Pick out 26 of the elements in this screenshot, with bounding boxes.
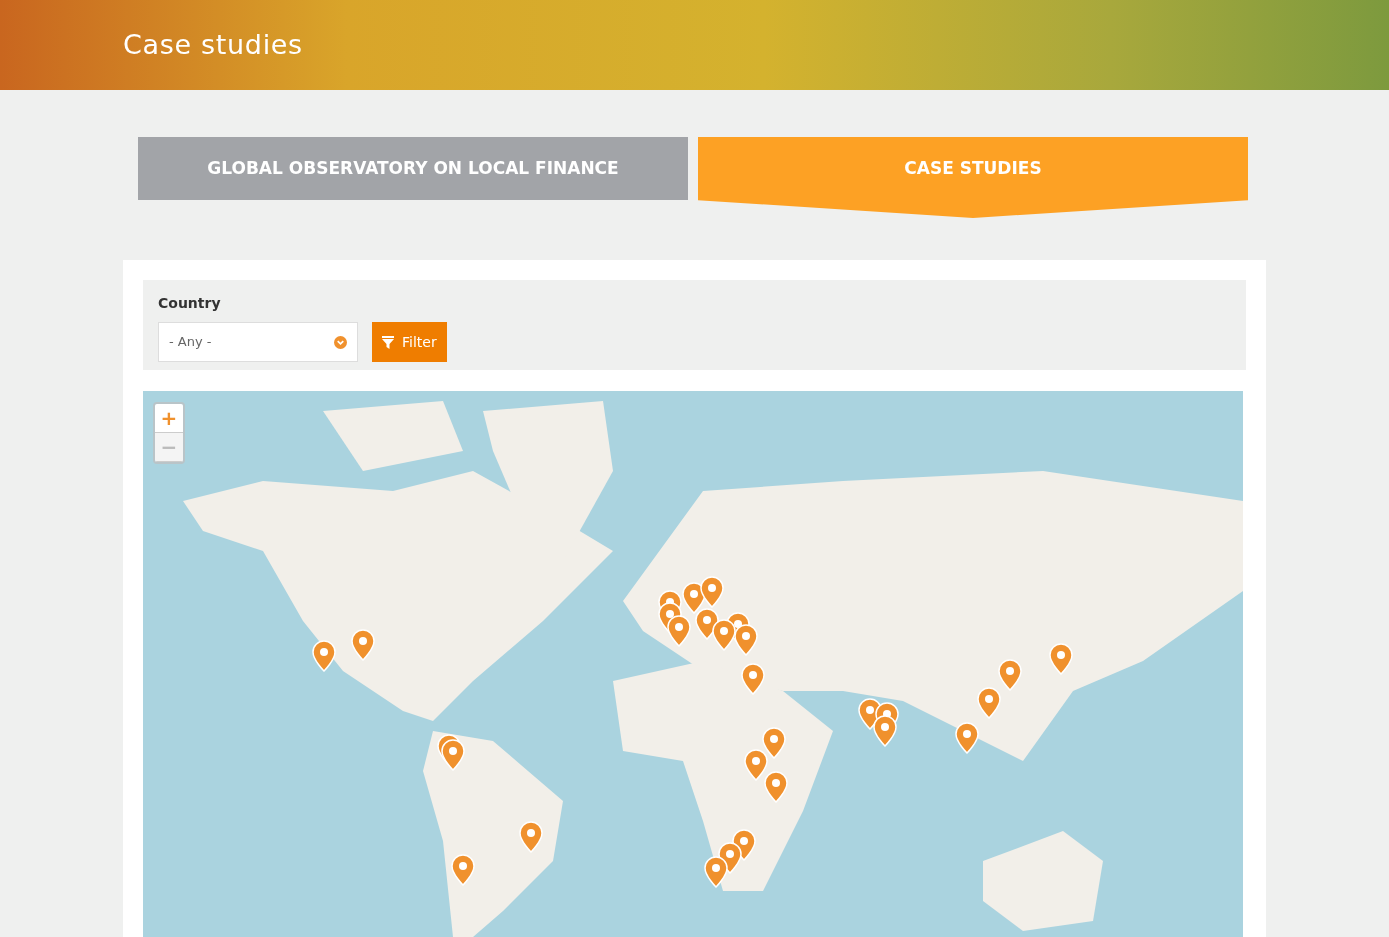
map-marker-icon[interactable] — [762, 727, 786, 759]
funnel-icon — [382, 335, 394, 349]
tab[interactable]: CASE STUDIES — [698, 137, 1248, 218]
map-marker-icon[interactable] — [744, 749, 768, 781]
map-marker-icon[interactable] — [700, 576, 724, 608]
map-marker-icon[interactable] — [451, 854, 475, 886]
map-marker-icon[interactable] — [1049, 643, 1073, 675]
map-marker-group-drawing[interactable] — [704, 829, 756, 888]
map-marker-icon[interactable] — [977, 687, 1001, 719]
map-marker-icon[interactable] — [312, 640, 336, 672]
chevron-down-icon — [334, 335, 347, 349]
tab[interactable]: GLOBAL OBSERVATORY ON LOCAL FINANCE — [138, 137, 688, 200]
map-marker-icon[interactable] — [764, 771, 788, 803]
field-label: Country — [158, 294, 222, 313]
map-marker-group-drawing[interactable] — [437, 734, 465, 771]
map-marker-icon[interactable] — [741, 663, 765, 695]
map-marker-icon[interactable] — [519, 821, 543, 853]
map-marker-group-drawing[interactable] — [858, 698, 899, 747]
zoom-in-button[interactable]: + — [155, 404, 183, 433]
country-select[interactable]: - Any - — [158, 322, 358, 362]
map-marker-icon[interactable] — [351, 629, 375, 661]
page-title: Case studies — [123, 27, 303, 62]
map-marker-group-drawing[interactable] — [712, 612, 758, 656]
map-marker-icon[interactable] — [998, 659, 1022, 691]
map-marker-icon[interactable] — [955, 722, 979, 754]
filter-button[interactable]: Filter — [372, 322, 447, 362]
